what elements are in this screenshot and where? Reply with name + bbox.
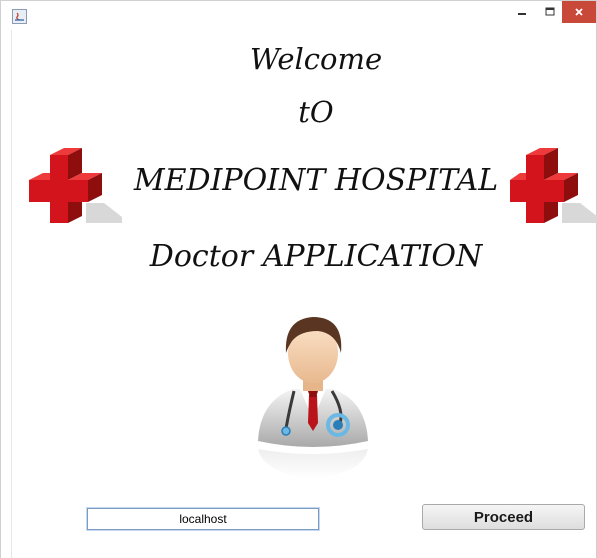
medical-cross-icon <box>510 148 597 223</box>
maximize-button[interactable] <box>537 1 562 22</box>
maximize-icon <box>545 7 554 15</box>
minimize-button[interactable] <box>507 1 537 22</box>
doctor-avatar-icon <box>258 317 368 479</box>
to-heading: tO <box>298 95 334 129</box>
application-window: Welcome tO MEDIPOINT HOSPITAL Doctor APP… <box>0 0 597 558</box>
window-left-edge <box>1 30 12 558</box>
welcome-panel: Welcome tO MEDIPOINT HOSPITAL Doctor APP… <box>12 30 597 558</box>
minimize-icon <box>518 12 526 15</box>
application-title-heading: Doctor APPLICATION <box>149 239 483 274</box>
close-icon <box>575 8 583 16</box>
title-bar[interactable] <box>1 1 596 30</box>
welcome-heading: Welcome <box>249 42 383 76</box>
close-button[interactable] <box>562 1 596 23</box>
proceed-button[interactable]: Proceed <box>422 504 585 530</box>
java-app-icon <box>12 9 27 24</box>
host-input[interactable] <box>86 507 320 531</box>
